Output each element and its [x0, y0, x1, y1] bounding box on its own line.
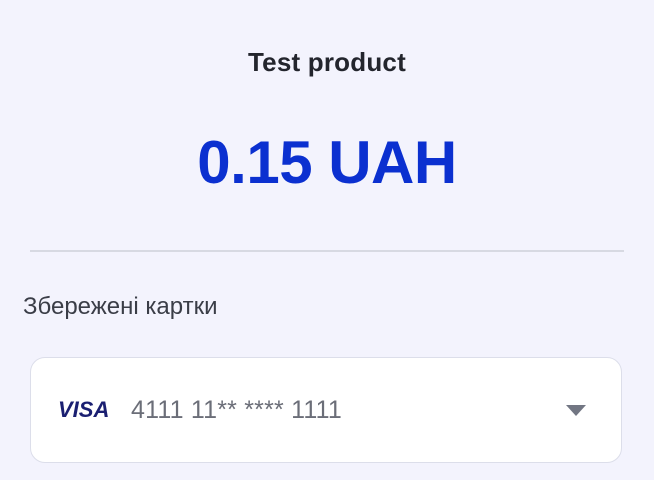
- price-amount: 0.15 UAH: [197, 129, 457, 196]
- saved-card-select[interactable]: VISA 4111 11** **** 1111: [30, 357, 622, 463]
- chevron-down-icon[interactable]: [566, 405, 586, 416]
- card-number: 4111 11** **** 1111: [131, 396, 342, 424]
- visa-logo-icon: VISA: [58, 397, 110, 422]
- divider: [30, 250, 624, 252]
- saved-cards-label: Збережені картки: [23, 293, 218, 320]
- product-title: Test product: [248, 47, 406, 77]
